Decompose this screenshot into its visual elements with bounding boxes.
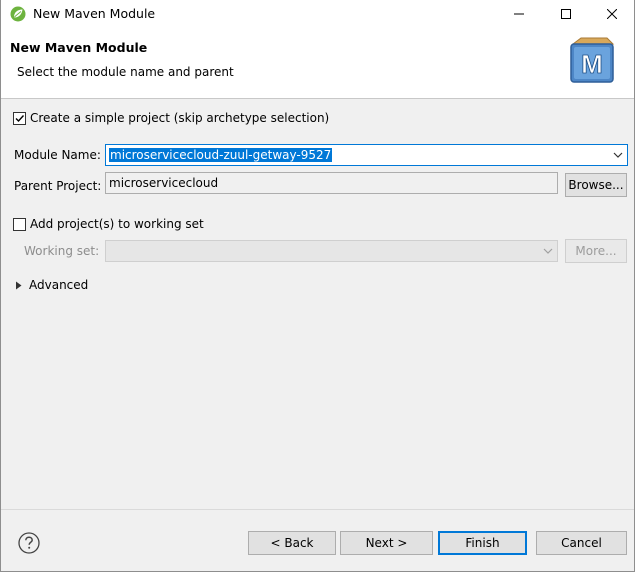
back-button[interactable]: < Back — [248, 531, 336, 555]
simple-project-checkbox[interactable] — [13, 112, 26, 125]
wizard-content: Create a simple project (skip archetype … — [1, 99, 634, 509]
next-button[interactable]: Next > — [340, 531, 433, 555]
cancel-button[interactable]: Cancel — [536, 531, 627, 555]
spring-leaf-icon — [10, 6, 26, 22]
working-set-checkbox-label[interactable]: Add project(s) to working set — [30, 217, 204, 231]
simple-project-label[interactable]: Create a simple project (skip archetype … — [30, 111, 329, 125]
module-name-label: Module Name: — [14, 148, 101, 162]
wizard-header: New Maven Module Select the module name … — [1, 28, 634, 99]
dialog-window: New Maven Module New Maven Module Select… — [0, 0, 635, 572]
close-button[interactable] — [589, 0, 635, 28]
chevron-down-icon — [543, 248, 553, 254]
expand-triangle-icon[interactable] — [15, 281, 23, 290]
checkmark-icon — [15, 115, 25, 123]
module-name-value: microservicecloud-zuul-getway-9527 — [109, 148, 333, 162]
maven-logo-letter: M — [581, 49, 603, 79]
window-title: New Maven Module — [33, 6, 156, 21]
title-bar: New Maven Module — [1, 0, 634, 28]
page-title: New Maven Module — [10, 40, 148, 55]
parent-project-value: microservicecloud — [109, 176, 219, 190]
chevron-down-icon[interactable] — [613, 150, 623, 160]
working-set-checkbox[interactable] — [13, 218, 26, 231]
advanced-section-toggle[interactable]: Advanced — [29, 278, 88, 292]
maximize-icon — [561, 9, 571, 19]
page-description: Select the module name and parent — [17, 65, 234, 79]
maven-logo-icon: M — [570, 37, 615, 83]
minimize-icon — [514, 13, 524, 15]
minimize-button[interactable] — [496, 0, 542, 28]
browse-button[interactable]: Browse... — [565, 173, 627, 197]
footer-divider — [1, 509, 634, 510]
parent-project-field[interactable]: microservicecloud — [105, 172, 558, 194]
finish-button[interactable]: Finish — [438, 531, 527, 555]
working-set-label: Working set: — [24, 244, 100, 258]
module-name-combo[interactable]: microservicecloud-zuul-getway-9527 — [105, 144, 628, 166]
parent-project-label: Parent Project: — [14, 179, 102, 193]
maximize-button[interactable] — [543, 0, 589, 28]
close-icon — [607, 9, 617, 19]
working-set-combo[interactable] — [105, 240, 558, 262]
help-icon[interactable] — [18, 532, 40, 554]
more-button[interactable]: More... — [565, 239, 627, 263]
